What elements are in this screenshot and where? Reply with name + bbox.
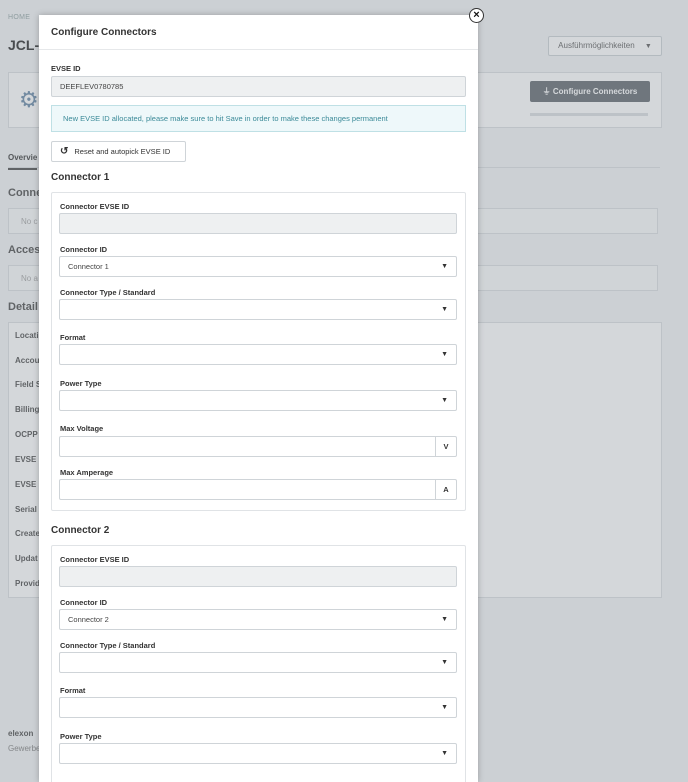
connector-2-id-value: Connector 2 bbox=[68, 615, 109, 624]
evse-id-field: DEEFLEV0780785 bbox=[51, 76, 466, 97]
connector-evse-id-label: Connector EVSE ID bbox=[60, 202, 130, 211]
connector-1-type-select[interactable]: ▼ bbox=[59, 299, 457, 320]
chevron-down-icon: ▼ bbox=[441, 263, 448, 270]
chevron-down-icon: ▼ bbox=[441, 704, 448, 711]
connector-2-title: Connector 2 bbox=[51, 525, 110, 536]
connector-1-evse-id-field bbox=[59, 213, 457, 234]
chevron-down-icon: ▼ bbox=[441, 616, 448, 623]
connector-2-evse-id-field bbox=[59, 566, 457, 587]
connector-1-id-value: Connector 1 bbox=[68, 262, 109, 271]
voltage-unit: V bbox=[435, 437, 456, 456]
chevron-down-icon: ▼ bbox=[441, 351, 448, 358]
connector-2-id-select[interactable]: Connector 2 ▼ bbox=[59, 609, 457, 630]
amperage-unit: A bbox=[435, 480, 456, 499]
connector-2-format-select[interactable]: ▼ bbox=[59, 697, 457, 718]
undo-icon: ↺ bbox=[60, 146, 69, 157]
chevron-down-icon: ▼ bbox=[441, 659, 448, 666]
connector-type-label: Connector Type / Standard bbox=[60, 288, 156, 297]
evse-id-value: DEEFLEV0780785 bbox=[60, 82, 124, 91]
connector-2-type-select[interactable]: ▼ bbox=[59, 652, 457, 673]
power-type-label: Power Type bbox=[60, 732, 102, 741]
connector-evse-id-label: Connector EVSE ID bbox=[60, 555, 130, 564]
connector-1-format-select[interactable]: ▼ bbox=[59, 344, 457, 365]
info-alert: New EVSE ID allocated, please make sure … bbox=[51, 105, 466, 132]
connector-1-id-select[interactable]: Connector 1 ▼ bbox=[59, 256, 457, 277]
close-icon[interactable]: × bbox=[469, 8, 484, 23]
power-type-label: Power Type bbox=[60, 379, 102, 388]
chevron-down-icon: ▼ bbox=[441, 750, 448, 757]
connector-type-label: Connector Type / Standard bbox=[60, 641, 156, 650]
connector-2-power-type-select[interactable]: ▼ bbox=[59, 743, 457, 764]
reset-autopick-label: Reset and autopick EVSE ID bbox=[74, 147, 171, 156]
format-label: Format bbox=[60, 333, 86, 342]
connector-1-max-voltage-input[interactable]: V bbox=[59, 436, 457, 457]
reset-autopick-button[interactable]: ↺ Reset and autopick EVSE ID bbox=[51, 141, 186, 162]
connector-1-title: Connector 1 bbox=[51, 172, 110, 183]
max-amperage-label: Max Amperage bbox=[60, 468, 114, 477]
modal-title: Configure Connectors bbox=[51, 27, 157, 38]
configure-connectors-modal: Configure Connectors EVSE ID DEEFLEV0780… bbox=[39, 15, 478, 782]
modal-header: Configure Connectors bbox=[39, 15, 478, 50]
connector-1-power-type-select[interactable]: ▼ bbox=[59, 390, 457, 411]
connector-id-label: Connector ID bbox=[60, 598, 108, 607]
chevron-down-icon: ▼ bbox=[441, 306, 448, 313]
evse-id-label: EVSE ID bbox=[51, 64, 81, 73]
max-voltage-label: Max Voltage bbox=[60, 424, 104, 433]
chevron-down-icon: ▼ bbox=[441, 397, 448, 404]
connector-1-max-amperage-input[interactable]: A bbox=[59, 479, 457, 500]
connector-id-label: Connector ID bbox=[60, 245, 108, 254]
format-label: Format bbox=[60, 686, 86, 695]
